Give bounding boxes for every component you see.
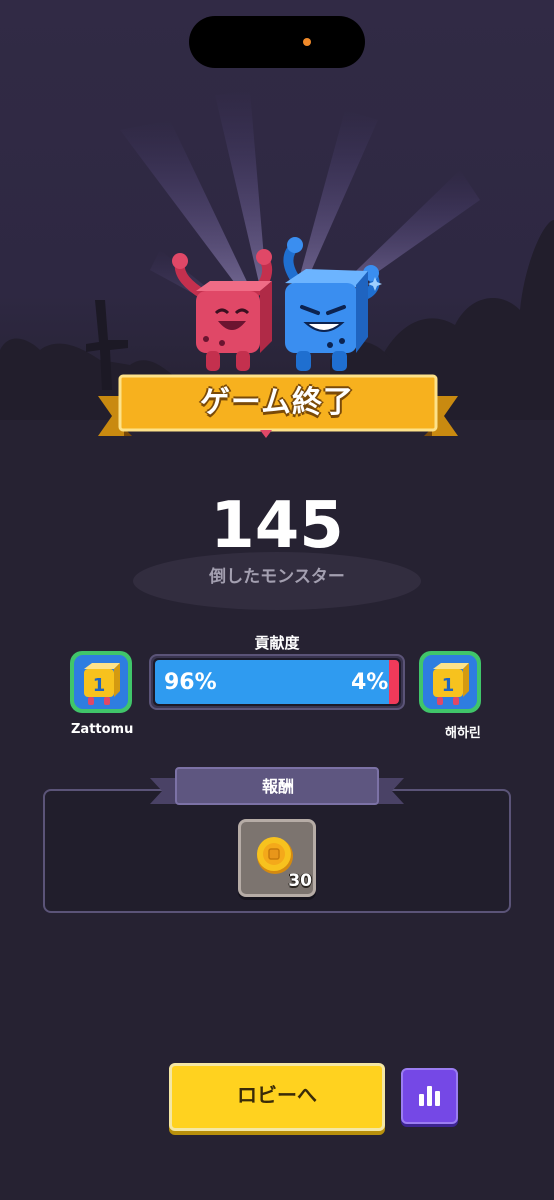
monsters-defeated-count: 145 bbox=[210, 489, 344, 563]
dice-badge-icon: 1 bbox=[84, 663, 120, 705]
camera-indicator-dot bbox=[303, 38, 311, 46]
bar-chart-icon bbox=[419, 1086, 440, 1106]
dice-characters-illustration bbox=[172, 237, 382, 371]
stats-button[interactable] bbox=[401, 1068, 458, 1124]
player-avatar-left: 1 bbox=[70, 651, 132, 713]
camera-notch bbox=[189, 16, 365, 68]
dice-badge-icon: 1 bbox=[433, 663, 469, 705]
player-avatar-right: 1 bbox=[419, 651, 481, 713]
monsters-defeated-label: 倒したモンスター bbox=[209, 567, 345, 587]
to-lobby-label[interactable]: ロビーへ bbox=[169, 1063, 385, 1127]
player-name-left: Zattomu bbox=[71, 722, 134, 737]
contribution-percent-right: 4% bbox=[351, 670, 389, 695]
svg-text:1: 1 bbox=[93, 675, 106, 696]
contribution-percent-left: 96% bbox=[164, 670, 217, 695]
game-over-title: ゲーム終了 bbox=[199, 385, 355, 420]
rewards-title: 報酬 bbox=[261, 777, 294, 796]
svg-text:1: 1 bbox=[442, 675, 455, 696]
contribution-label: 貢献度 bbox=[254, 634, 300, 652]
contribution-fill-right bbox=[389, 660, 399, 704]
player-name-right: 해하린 bbox=[445, 726, 481, 741]
reward-coin-count: 30 bbox=[288, 871, 312, 891]
